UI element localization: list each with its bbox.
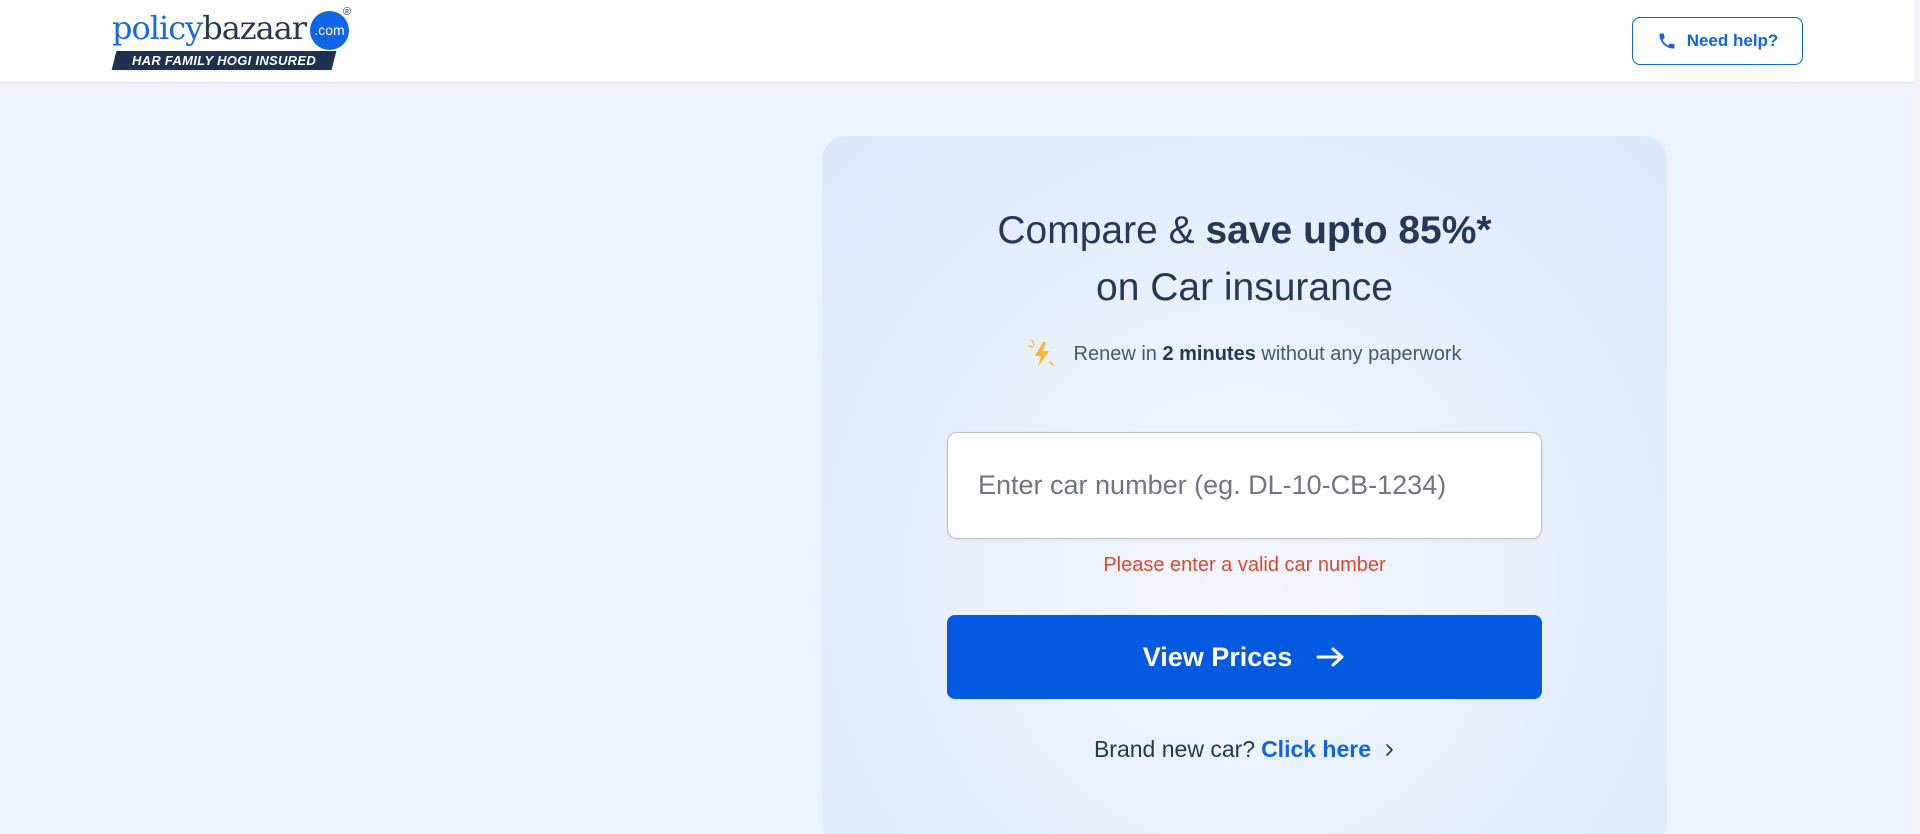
renew-text-bold: 2 minutes xyxy=(1162,342,1256,365)
click-here-link[interactable]: Click here xyxy=(1261,736,1371,763)
policybazaar-logo[interactable]: policybazaar .com ® HAR FAMILY HOGI INSU… xyxy=(111,6,352,72)
need-help-button[interactable]: Need help? xyxy=(1632,17,1803,65)
headline-compare: Compare & xyxy=(997,209,1206,252)
lightning-icon xyxy=(1027,339,1054,367)
car-insurance-card: Compare & save upto 85%* on Car insuranc… xyxy=(822,136,1667,834)
renew-text: Renew in 2 minutes without any paperwork xyxy=(1074,343,1462,366)
brand-new-car-row: Brand new car? Click here xyxy=(822,736,1667,763)
need-help-label: Need help? xyxy=(1686,31,1779,50)
view-prices-button[interactable]: View Prices xyxy=(947,615,1542,699)
renew-subline: Renew in 2 minutes without any paperwork xyxy=(822,336,1667,372)
page-headline: Compare & save upto 85%* on Car insuranc… xyxy=(822,202,1667,316)
brand-new-car-text: Brand new car? xyxy=(1093,736,1256,762)
renew-text-pre: Renew in xyxy=(1073,342,1163,365)
header: policybazaar .com ® HAR FAMILY HOGI INSU… xyxy=(0,0,1914,83)
logo-tagline: HAR FAMILY HOGI INSURED xyxy=(131,53,317,68)
logo-word-policy: policy xyxy=(112,9,203,47)
phone-icon xyxy=(1659,33,1675,49)
logo-wordmark: policybazaar xyxy=(112,8,307,48)
renew-text-post: without any paperwork xyxy=(1255,342,1462,365)
page-scrollbar[interactable] xyxy=(1914,0,1920,834)
logo-registered-mark: ® xyxy=(343,6,352,18)
headline-save: save upto 85%* xyxy=(1205,209,1492,252)
car-number-error: Please enter a valid car number xyxy=(1103,554,1386,576)
view-prices-label: View Prices xyxy=(1142,641,1293,672)
logo-tagline-banner: HAR FAMILY HOGI INSURED xyxy=(111,51,337,70)
arrow-right-icon xyxy=(1316,647,1344,667)
logo-word-bazaar: bazaar xyxy=(202,9,307,47)
car-number-input[interactable] xyxy=(947,432,1542,539)
chevron-right-icon[interactable] xyxy=(1383,743,1395,757)
headline-line2: on Car insurance xyxy=(1096,266,1393,309)
